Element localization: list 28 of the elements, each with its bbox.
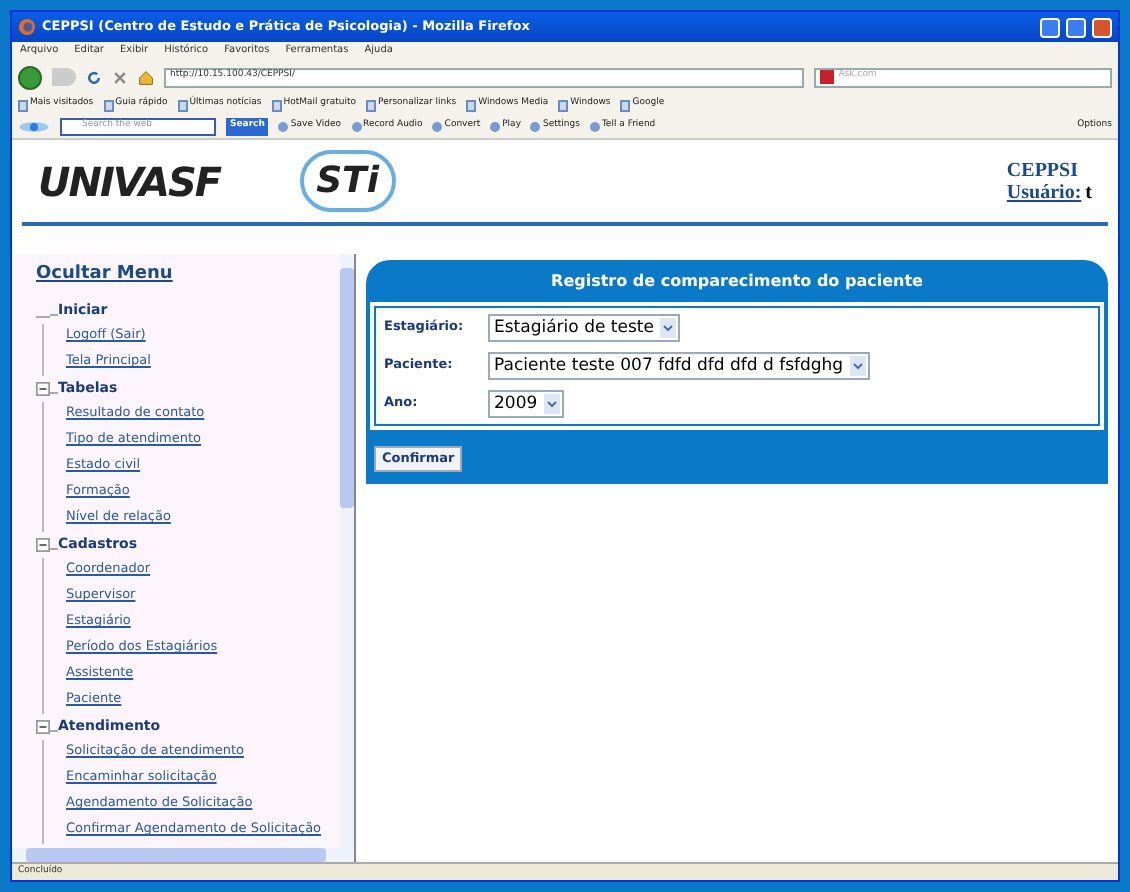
- collapse-icon[interactable]: [36, 719, 50, 733]
- caret-icon: [849, 356, 866, 376]
- vertical-scrollbar[interactable]: [340, 254, 354, 848]
- site-name: CEPPSI: [1006, 159, 1078, 181]
- ask-icon: [820, 70, 835, 84]
- collapse-icon[interactable]: [36, 537, 50, 551]
- select-field[interactable]: 2009: [488, 390, 564, 418]
- stop-icon[interactable]: [112, 69, 128, 85]
- close-button[interactable]: [1092, 17, 1112, 37]
- home-icon[interactable]: [138, 69, 154, 85]
- horizontal-scrollbar[interactable]: [12, 848, 354, 862]
- user-name: t: [1085, 181, 1092, 203]
- toolbar-logo-icon: [18, 120, 50, 134]
- reload-icon[interactable]: [86, 69, 102, 85]
- form-title: Registro de comparecimento do paciente: [551, 269, 923, 293]
- back-button[interactable]: [18, 65, 42, 89]
- caret-icon: [543, 394, 560, 414]
- firefox-icon: [18, 18, 36, 36]
- sti-logo: STi: [300, 150, 396, 212]
- select-field[interactable]: Paciente teste 007 fdfd dfd dfd d fsfdghg: [488, 352, 870, 380]
- hide-menu-link[interactable]: Ocultar Menu: [36, 262, 340, 289]
- collapse-icon[interactable]: [36, 381, 50, 395]
- select-field[interactable]: Estagiário de teste: [488, 314, 680, 342]
- user-link[interactable]: Usuário:: [1006, 181, 1082, 203]
- univasf-logo: UNIVASF: [38, 155, 221, 209]
- minimize-button[interactable]: [1040, 17, 1060, 37]
- maximize-button[interactable]: [1066, 17, 1086, 37]
- caret-icon: [659, 318, 676, 338]
